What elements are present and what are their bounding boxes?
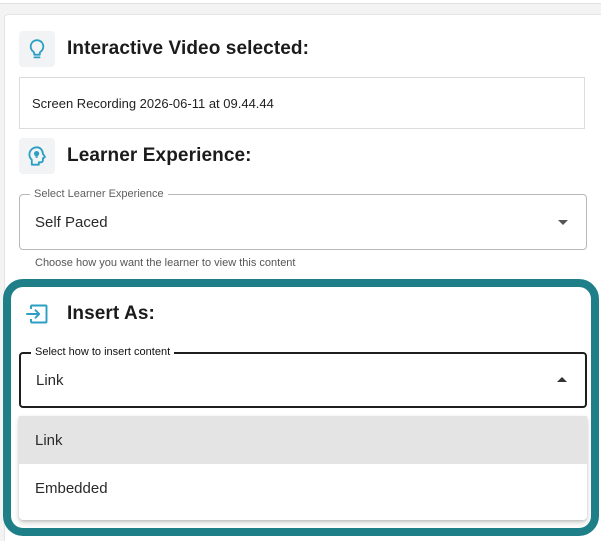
lightbulb-icon bbox=[19, 31, 55, 67]
top-toolbar-strip bbox=[0, 0, 601, 4]
head-lightbulb-icon bbox=[19, 138, 55, 174]
insert-arrow-icon bbox=[19, 296, 55, 332]
learner-experience-selected-value: Self Paced bbox=[35, 213, 108, 231]
insert-as-header: Insert As: bbox=[19, 296, 155, 332]
interactive-video-title: Interactive Video selected: bbox=[67, 38, 310, 59]
learner-experience-helper-text: Choose how you want the learner to view … bbox=[35, 257, 296, 269]
dropdown-arrow-up-icon bbox=[557, 377, 567, 382]
insert-as-options-menu: Link Embedded bbox=[19, 416, 587, 520]
insert-as-title: Insert As: bbox=[67, 303, 155, 324]
selected-video-name: Screen Recording 2026-06-11 at 09.44.44 bbox=[19, 77, 585, 129]
interactive-video-header: Interactive Video selected: bbox=[19, 31, 309, 67]
dropdown-arrow-down-icon bbox=[558, 220, 568, 225]
learner-experience-title: Learner Experience: bbox=[67, 145, 252, 166]
option-link[interactable]: Link bbox=[19, 416, 587, 464]
insert-as-select[interactable]: Select how to insert content Link bbox=[19, 346, 587, 408]
learner-experience-header: Learner Experience: bbox=[19, 138, 252, 174]
learner-experience-select[interactable]: Select Learner Experience Self Paced bbox=[19, 188, 587, 250]
insert-as-selected-value: Link bbox=[36, 371, 64, 389]
option-embedded[interactable]: Embedded bbox=[19, 464, 587, 512]
